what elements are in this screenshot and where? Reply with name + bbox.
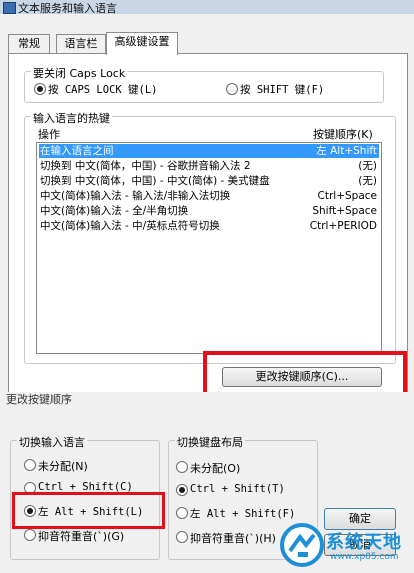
input-lang-unassigned-radio[interactable] xyxy=(24,459,36,471)
hotkeys-legend: 输入语言的热键 xyxy=(31,110,112,126)
window-title: 文本服务和输入语言 xyxy=(18,2,117,15)
list-item[interactable]: 中文(简体)输入法 - 全/半角切换 Shift+Space xyxy=(39,204,379,218)
layout-left-alt-shift-radio[interactable] xyxy=(176,507,188,519)
switch-input-language-legend: 切换输入语言 xyxy=(17,434,87,450)
highlight-box xyxy=(12,492,165,529)
layout-unassigned-label[interactable]: 未分配(O) xyxy=(190,460,240,476)
layout-grave-accent-radio[interactable] xyxy=(176,531,188,543)
input-lang-unassigned-label[interactable]: 未分配(N) xyxy=(38,458,88,474)
column-header-action[interactable]: 操作 xyxy=(38,126,60,142)
input-lang-grave-accent-radio[interactable] xyxy=(24,529,36,541)
watermark-logo: 系统天地 www.xp85.com xyxy=(276,518,414,570)
tab-advanced-key-settings[interactable]: 高级键设置 xyxy=(106,32,178,55)
caps-lock-radio[interactable] xyxy=(34,83,46,95)
list-item[interactable]: 在输入语言之间左 Alt+Shift xyxy=(39,144,379,158)
tab-language-bar[interactable]: 语言栏 xyxy=(56,34,106,54)
caps-lock-option-label[interactable]: 按 CAPS LOCK 键(L) xyxy=(48,82,158,97)
input-lang-grave-accent-label[interactable]: 抑音符重音(`)(G) xyxy=(38,528,124,544)
watermark-url: www.xp85.com xyxy=(330,552,399,562)
list-item[interactable]: 切换到 中文(简体，中国) - 中文(简体) - 美式键盘 (无) xyxy=(39,174,379,188)
layout-ctrl-shift-radio[interactable] xyxy=(176,484,188,496)
caps-lock-legend: 要关闭 Caps Lock xyxy=(31,65,128,81)
column-header-keys[interactable]: 按键顺序(K) xyxy=(313,126,373,142)
list-item[interactable]: 中文(简体)输入法 - 中/英标点符号切换 Ctrl+PERIOD xyxy=(39,219,379,233)
layout-unassigned-radio[interactable] xyxy=(176,461,188,473)
shift-option-label[interactable]: 按 SHIFT 键(F) xyxy=(240,82,324,97)
list-item[interactable]: 切换到 中文(简体，中国) - 谷歌拼音输入法 2 (无) xyxy=(39,159,379,173)
dialog-title: 更改按键顺序 xyxy=(6,393,72,406)
title-bar: 文本服务和输入语言 xyxy=(0,0,414,15)
watermark-text: 系统天地 xyxy=(326,532,402,553)
switch-keyboard-layout-legend: 切换键盘布局 xyxy=(175,434,245,450)
list-item[interactable]: 中文(简体)输入法 - 输入法/非输入法切换 Ctrl+Space xyxy=(39,189,379,203)
app-icon xyxy=(3,2,16,14)
shift-radio[interactable] xyxy=(226,83,238,95)
tab-general[interactable]: 常规 xyxy=(8,34,50,54)
layout-grave-accent-label[interactable]: 抑音符重音(`)(H) xyxy=(190,530,276,546)
layout-ctrl-shift-label[interactable]: Ctrl + Shift(T) xyxy=(190,483,285,495)
hotkeys-list[interactable]: 在输入语言之间左 Alt+Shift 切换到 中文(简体，中国) - 谷歌拼音输… xyxy=(36,142,382,354)
